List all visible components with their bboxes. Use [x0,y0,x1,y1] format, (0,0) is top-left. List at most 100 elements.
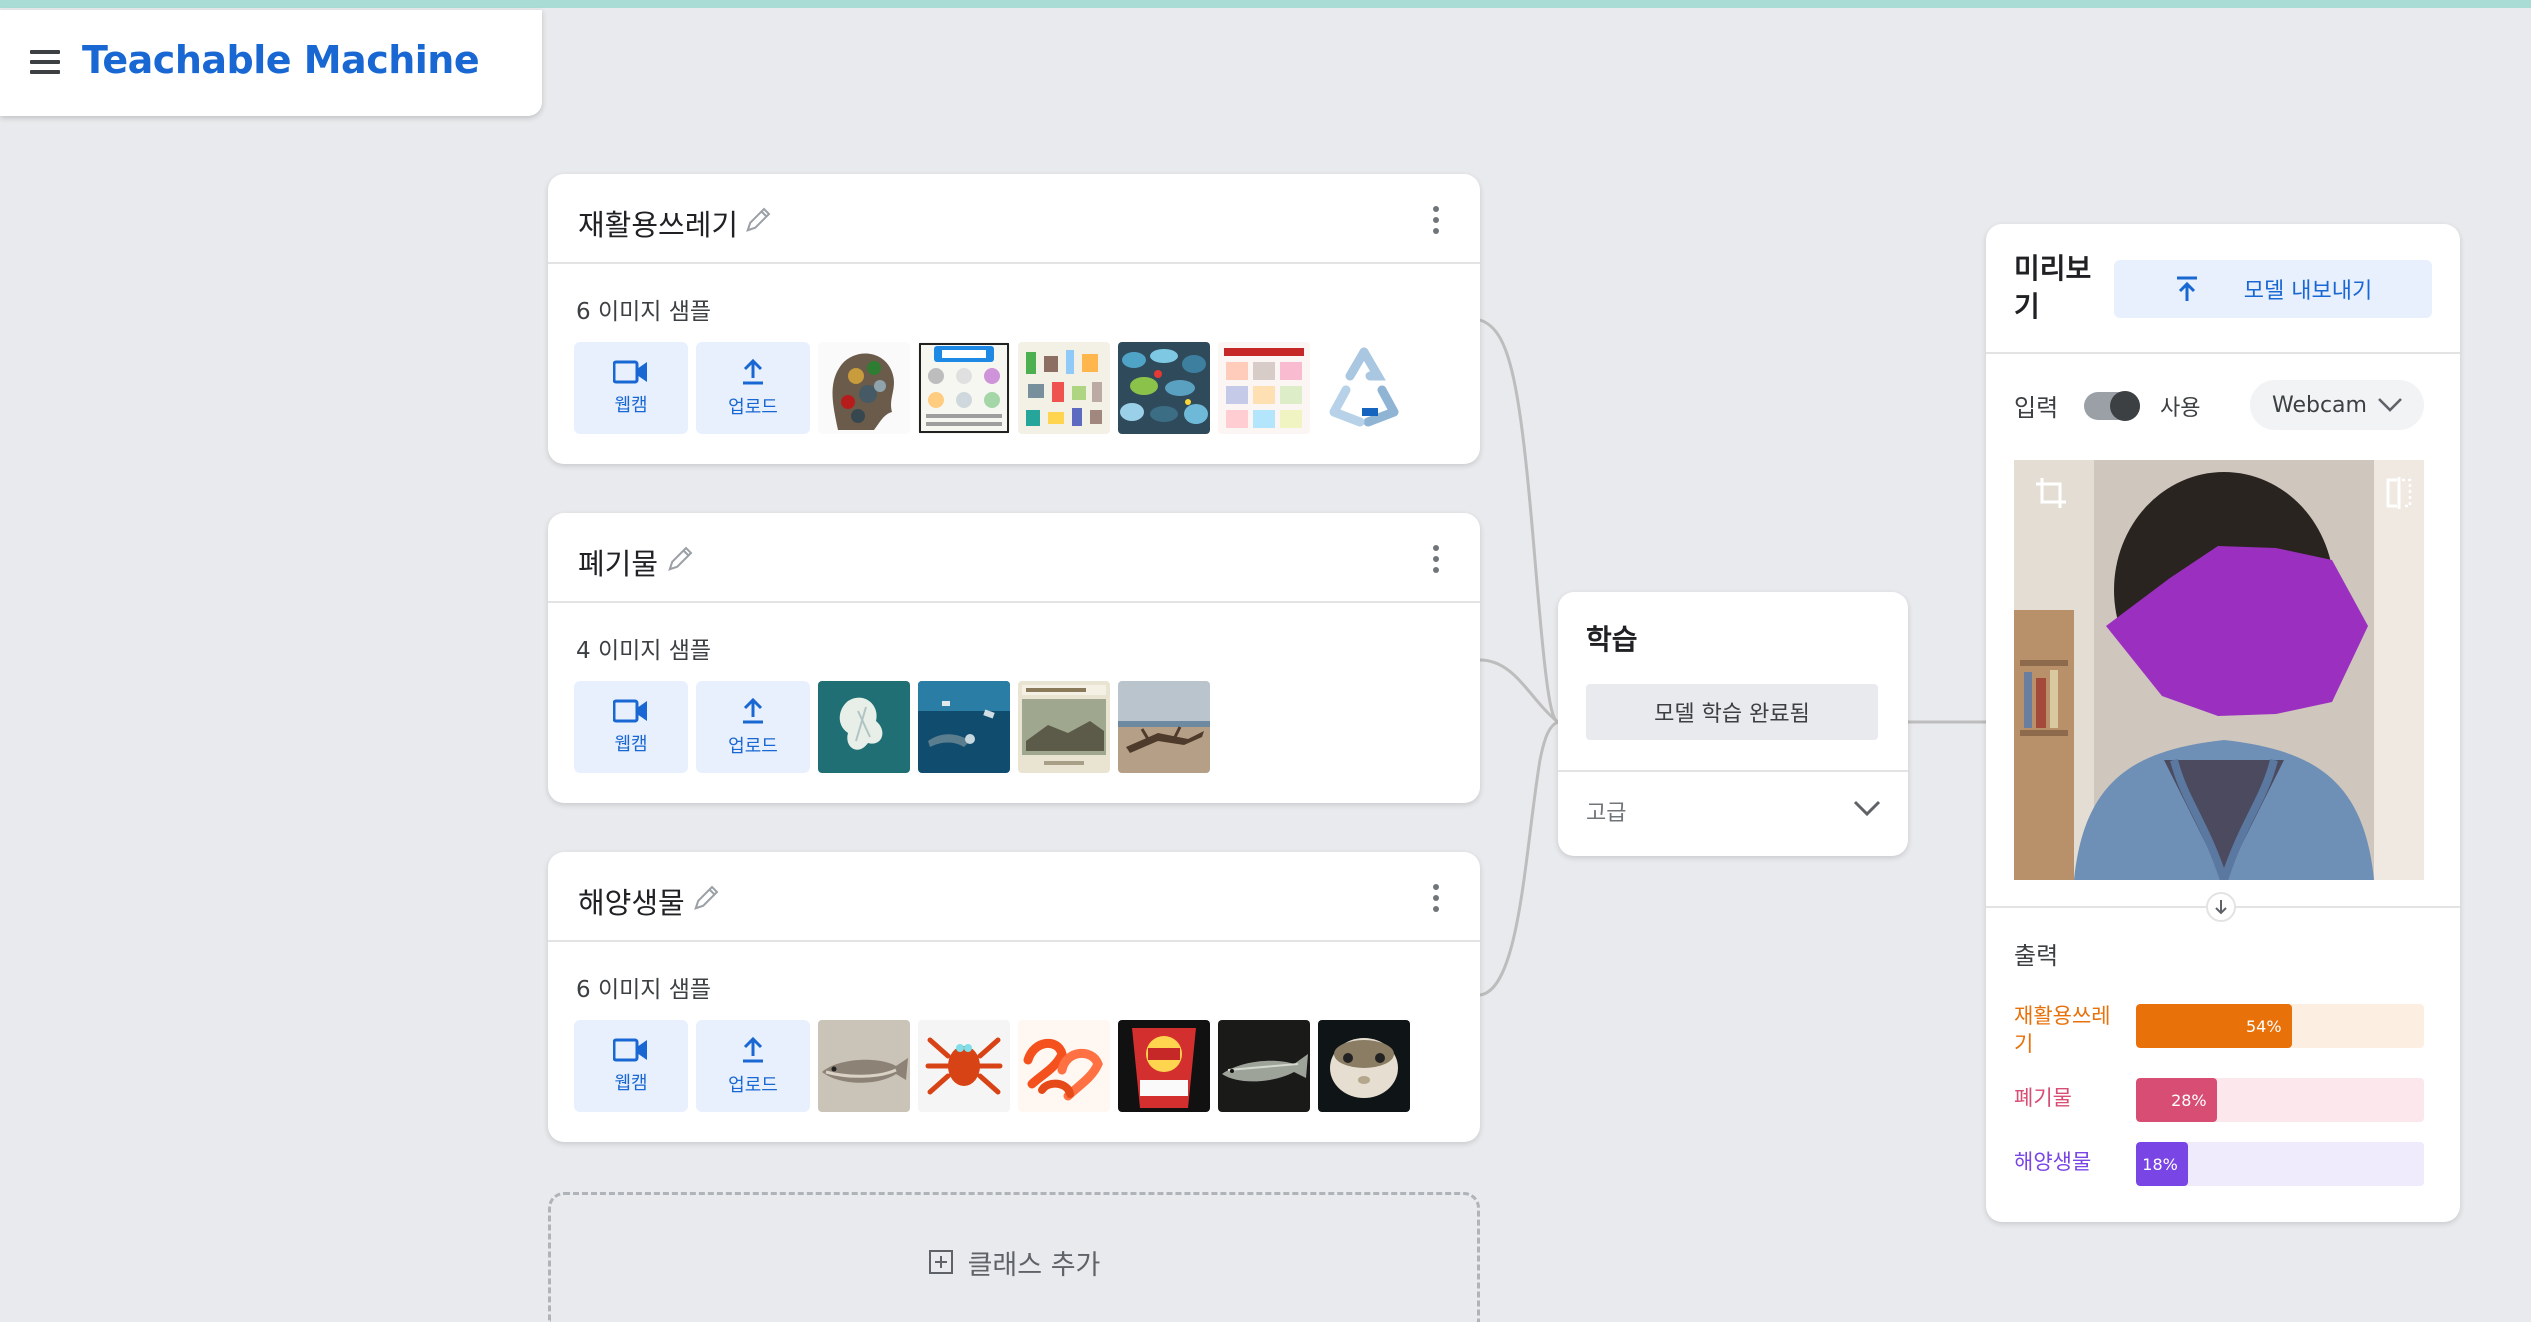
advanced-toggle[interactable]: 고급 [1586,795,1626,827]
upload-button[interactable]: 업로드 [696,681,810,773]
connector-class-2 [1479,658,1559,724]
output-bar-track: 18% [2136,1142,2424,1186]
output-percent: 28% [2171,1090,2207,1110]
class-card-3: 해양생물 6 이미지 샘플 웹캠 업로드 [548,852,1480,1142]
input-source-select[interactable]: Webcam [2250,380,2424,430]
output-class-name: 폐기물 [2014,1086,2072,1110]
toggle-label: 사용 [2160,396,2201,421]
input-source-value: Webcam [2272,392,2367,418]
training-card: 학습 모델 학습 완료됨 고급 [1558,592,1908,856]
output-bar-fill: 28% [2136,1078,2217,1122]
divider [1986,352,2460,354]
upload-label: 업로드 [728,736,778,757]
webcam-button[interactable]: 웹캠 [574,1020,688,1112]
upload-icon [743,358,763,385]
output-row: 폐기물 28% [2014,1076,2424,1124]
class-card-header: 해양생물 [548,852,1480,942]
video-camera-icon [613,699,647,723]
class-name[interactable]: 폐기물 [578,541,658,583]
upload-button[interactable]: 업로드 [696,342,810,434]
sample-count: 4 이미지 샘플 [576,638,712,664]
connector-class-1 [1479,318,1559,724]
output-label: 출력 [2014,942,2059,970]
webcam-label: 웹캠 [614,395,648,416]
thumbnail-beach-waste-news[interactable] [1018,681,1110,773]
output-bar-track: 28% [2136,1078,2424,1122]
output-bar-fill: 18% [2136,1142,2188,1186]
thumbnail-plastic-bottles-pile[interactable] [1118,342,1210,434]
thumbnail-shrimps[interactable] [1018,1020,1110,1112]
sample-count: 6 이미지 샘플 [576,299,712,325]
class-name[interactable]: 재활용쓰레기 [578,202,738,244]
class-card-1: 재활용쓰레기 6 이미지 샘플 웹캠 업로드 [548,174,1480,464]
webcam-label: 웹캠 [614,1073,648,1094]
thumbnail-recycling-guide-poster[interactable] [918,342,1010,434]
app-title: Teachable Machine [82,38,480,82]
class-card-2: 폐기물 4 이미지 샘플 웹캠 업로드 [548,513,1480,803]
add-class-button[interactable]: 클래스 추가 [548,1192,1480,1322]
webcam-button[interactable]: 웹캠 [574,342,688,434]
output-bar-fill: 54% [2136,1004,2292,1048]
thumbnail-recyclable-items-chart[interactable] [1018,342,1110,434]
output-bar-track: 54% [2136,1004,2424,1048]
class-name[interactable]: 해양생물 [578,880,685,922]
app-header: Teachable Machine [0,10,542,116]
video-camera-icon [613,360,647,384]
preview-title: 미리보기 [2014,252,2092,323]
webcam-frame [2014,460,2424,880]
output-percent: 18% [2142,1154,2178,1174]
class-card-header: 재활용쓰레기 [548,174,1480,264]
chevron-down-icon[interactable] [1852,796,1882,820]
thumbnail-red-crab[interactable] [918,1020,1010,1112]
more-options-icon[interactable] [1432,884,1440,912]
more-options-icon[interactable] [1432,206,1440,234]
export-label: 모델 내보내기 [2243,279,2373,304]
input-toggle[interactable] [2084,391,2140,421]
thumbnail-diver-with-debris[interactable] [918,681,1010,773]
thumbnail-recycle-symbol[interactable] [1318,342,1410,434]
top-accent-bar [0,0,2531,8]
thumbnail-trash-head-collage[interactable] [818,342,910,434]
edit-pencil-icon[interactable] [666,543,696,573]
add-box-icon [928,1250,953,1274]
upload-icon [743,697,763,724]
more-options-icon[interactable] [1432,545,1440,573]
export-model-button[interactable]: 모델 내보내기 [2114,260,2432,318]
toggle-knob [2110,391,2140,421]
webcam-button[interactable]: 웹캠 [574,681,688,773]
output-row: 재활용쓰레기 54% [2014,1002,2424,1056]
edit-pencil-icon[interactable] [744,204,774,234]
class-card-header: 폐기물 [548,513,1480,603]
thumbnail-list [818,342,1410,434]
edit-pencil-icon[interactable] [692,882,722,912]
output-percent: 54% [2245,1016,2282,1036]
thumbnail-sturgeon[interactable] [1218,1020,1310,1112]
thumbnail-list [818,681,1210,773]
train-model-button[interactable]: 모델 학습 완료됨 [1586,684,1878,740]
training-title: 학습 [1586,623,1638,656]
thumbnail-recycling-rules-poster[interactable] [1218,342,1310,434]
upload-label: 업로드 [728,1075,778,1096]
output-row: 해양생물 18% [2014,1140,2424,1188]
divider [1558,770,1908,772]
arrow-down-icon[interactable] [2206,892,2236,922]
video-camera-icon [613,1038,647,1062]
upload-label: 업로드 [728,397,778,418]
export-icon [2176,276,2197,301]
thumbnail-pufferfish[interactable] [1318,1020,1410,1112]
input-label: 입력 [2014,394,2059,422]
crop-icon[interactable] [2034,476,2068,510]
preview-panel: 미리보기 모델 내보내기 입력 사용 Webcam 출력 재활용쓰레기 54% … [1986,224,2460,1222]
thumbnail-driftwood-shore[interactable] [1118,681,1210,773]
thumbnail-ocean-plastic-bag[interactable] [818,681,910,773]
thumbnail-fish-on-tray[interactable] [818,1020,910,1112]
webcam-label: 웹캠 [614,734,648,755]
add-class-label: 클래스 추가 [967,1250,1101,1281]
upload-button[interactable]: 업로드 [696,1020,810,1112]
chevron-down-icon [2378,398,2402,412]
sample-count: 6 이미지 샘플 [576,977,712,1003]
flip-icon[interactable] [2382,476,2416,510]
webcam-preview [2014,460,2424,880]
thumbnail-snack-bag-fish[interactable] [1118,1020,1210,1112]
menu-icon[interactable] [30,50,60,74]
